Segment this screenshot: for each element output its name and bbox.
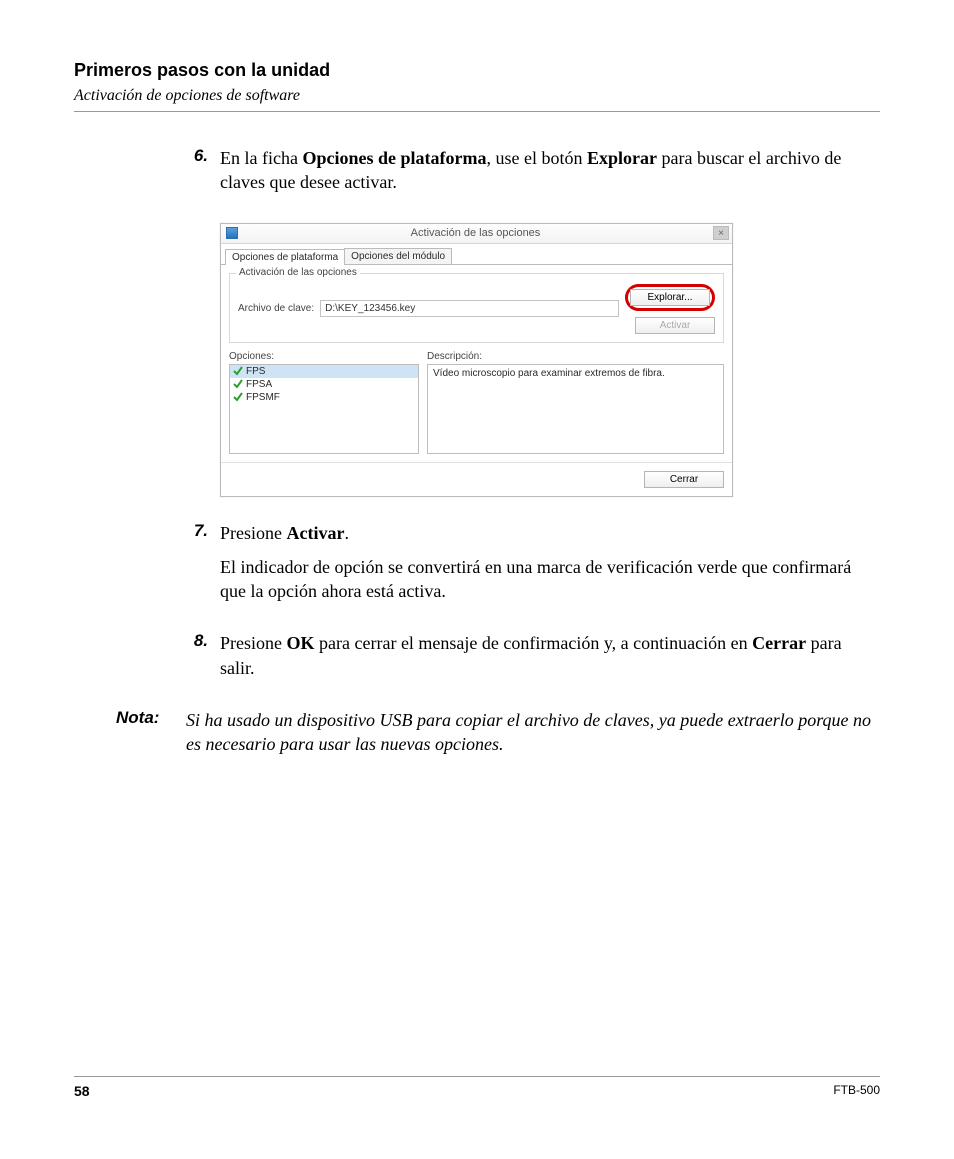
option-name: FPSMF (246, 392, 280, 403)
close-icon[interactable]: × (713, 226, 729, 240)
step-7: 7. Presione Activar. El indicador de opc… (186, 521, 880, 614)
text: En la ficha (220, 148, 302, 168)
description-label: Descripción: (427, 351, 724, 362)
note-text: Si ha usado un dispositivo USB para copi… (186, 708, 880, 757)
text-bold: Cerrar (752, 633, 806, 653)
check-icon (233, 379, 243, 389)
page-number: 58 (74, 1083, 90, 1099)
step-8: 8. Presione OK para cerrar el mensaje de… (186, 631, 880, 690)
dialog-screenshot: Activación de las opciones × Opciones de… (220, 223, 880, 497)
footer-divider (74, 1076, 880, 1077)
tab-platform-options[interactable]: Opciones de plataforma (225, 249, 345, 265)
page-subtitle: Activación de opciones de software (74, 87, 880, 105)
model-name: FTB-500 (833, 1083, 880, 1099)
description-text: Vídeo microscopio para examinar extremos… (428, 365, 723, 382)
activate-button[interactable]: Activar (635, 317, 715, 334)
step-number: 7. (186, 521, 220, 614)
dialog-title: Activación de las opciones (238, 227, 713, 239)
description-box: Vídeo microscopio para examinar extremos… (427, 364, 724, 454)
header-divider (74, 111, 880, 112)
step-6: 6. En la ficha Opciones de plataforma, u… (186, 146, 880, 205)
text: Presione (220, 633, 287, 653)
key-file-input[interactable] (320, 300, 619, 317)
step-7-line1: Presione Activar. (220, 521, 880, 545)
step-8-text: Presione OK para cerrar el mensaje de co… (220, 631, 880, 680)
text: . (344, 523, 349, 543)
text: para cerrar el mensaje de confirmación y… (315, 633, 753, 653)
activation-group: Activación de las opciones Archivo de cl… (229, 273, 724, 343)
group-label: Activación de las opciones (236, 267, 360, 278)
check-icon (233, 392, 243, 402)
page-footer: 58 FTB-500 (74, 1076, 880, 1099)
note-label: Nota: (116, 708, 186, 757)
step-number: 6. (186, 146, 220, 205)
close-button[interactable]: Cerrar (644, 471, 724, 488)
check-icon (233, 366, 243, 376)
dialog-window: Activación de las opciones × Opciones de… (220, 223, 733, 497)
list-item[interactable]: FPS (230, 365, 418, 378)
step-number: 8. (186, 631, 220, 690)
text-bold: OK (287, 633, 315, 653)
list-item[interactable]: FPSA (230, 378, 418, 391)
text-bold: Activar (287, 523, 345, 543)
option-name: FPSA (246, 379, 272, 390)
key-file-label: Archivo de clave: (238, 303, 314, 314)
step-7-line2: El indicador de opción se convertirá en … (220, 555, 880, 604)
app-icon (226, 227, 238, 239)
options-label: Opciones: (229, 351, 419, 362)
titlebar: Activación de las opciones × (221, 224, 732, 244)
highlight-ring: Explorar... (625, 284, 715, 311)
tab-module-options[interactable]: Opciones del módulo (344, 248, 452, 264)
note: Nota: Si ha usado un dispositivo USB par… (116, 708, 880, 757)
tab-strip: Opciones de plataforma Opciones del módu… (221, 244, 732, 265)
dialog-footer: Cerrar (221, 462, 732, 496)
list-item[interactable]: FPSMF (230, 391, 418, 404)
explore-button[interactable]: Explorar... (630, 289, 710, 306)
step-6-text: En la ficha Opciones de plataforma, use … (220, 146, 880, 195)
text-bold: Explorar (587, 148, 657, 168)
options-list[interactable]: FPS FPSA FPSMF (229, 364, 419, 454)
page-title: Primeros pasos con la unidad (74, 60, 880, 81)
text: Presione (220, 523, 287, 543)
text: , use el botón (486, 148, 587, 168)
option-name: FPS (246, 366, 265, 377)
text-bold: Opciones de plataforma (302, 148, 486, 168)
